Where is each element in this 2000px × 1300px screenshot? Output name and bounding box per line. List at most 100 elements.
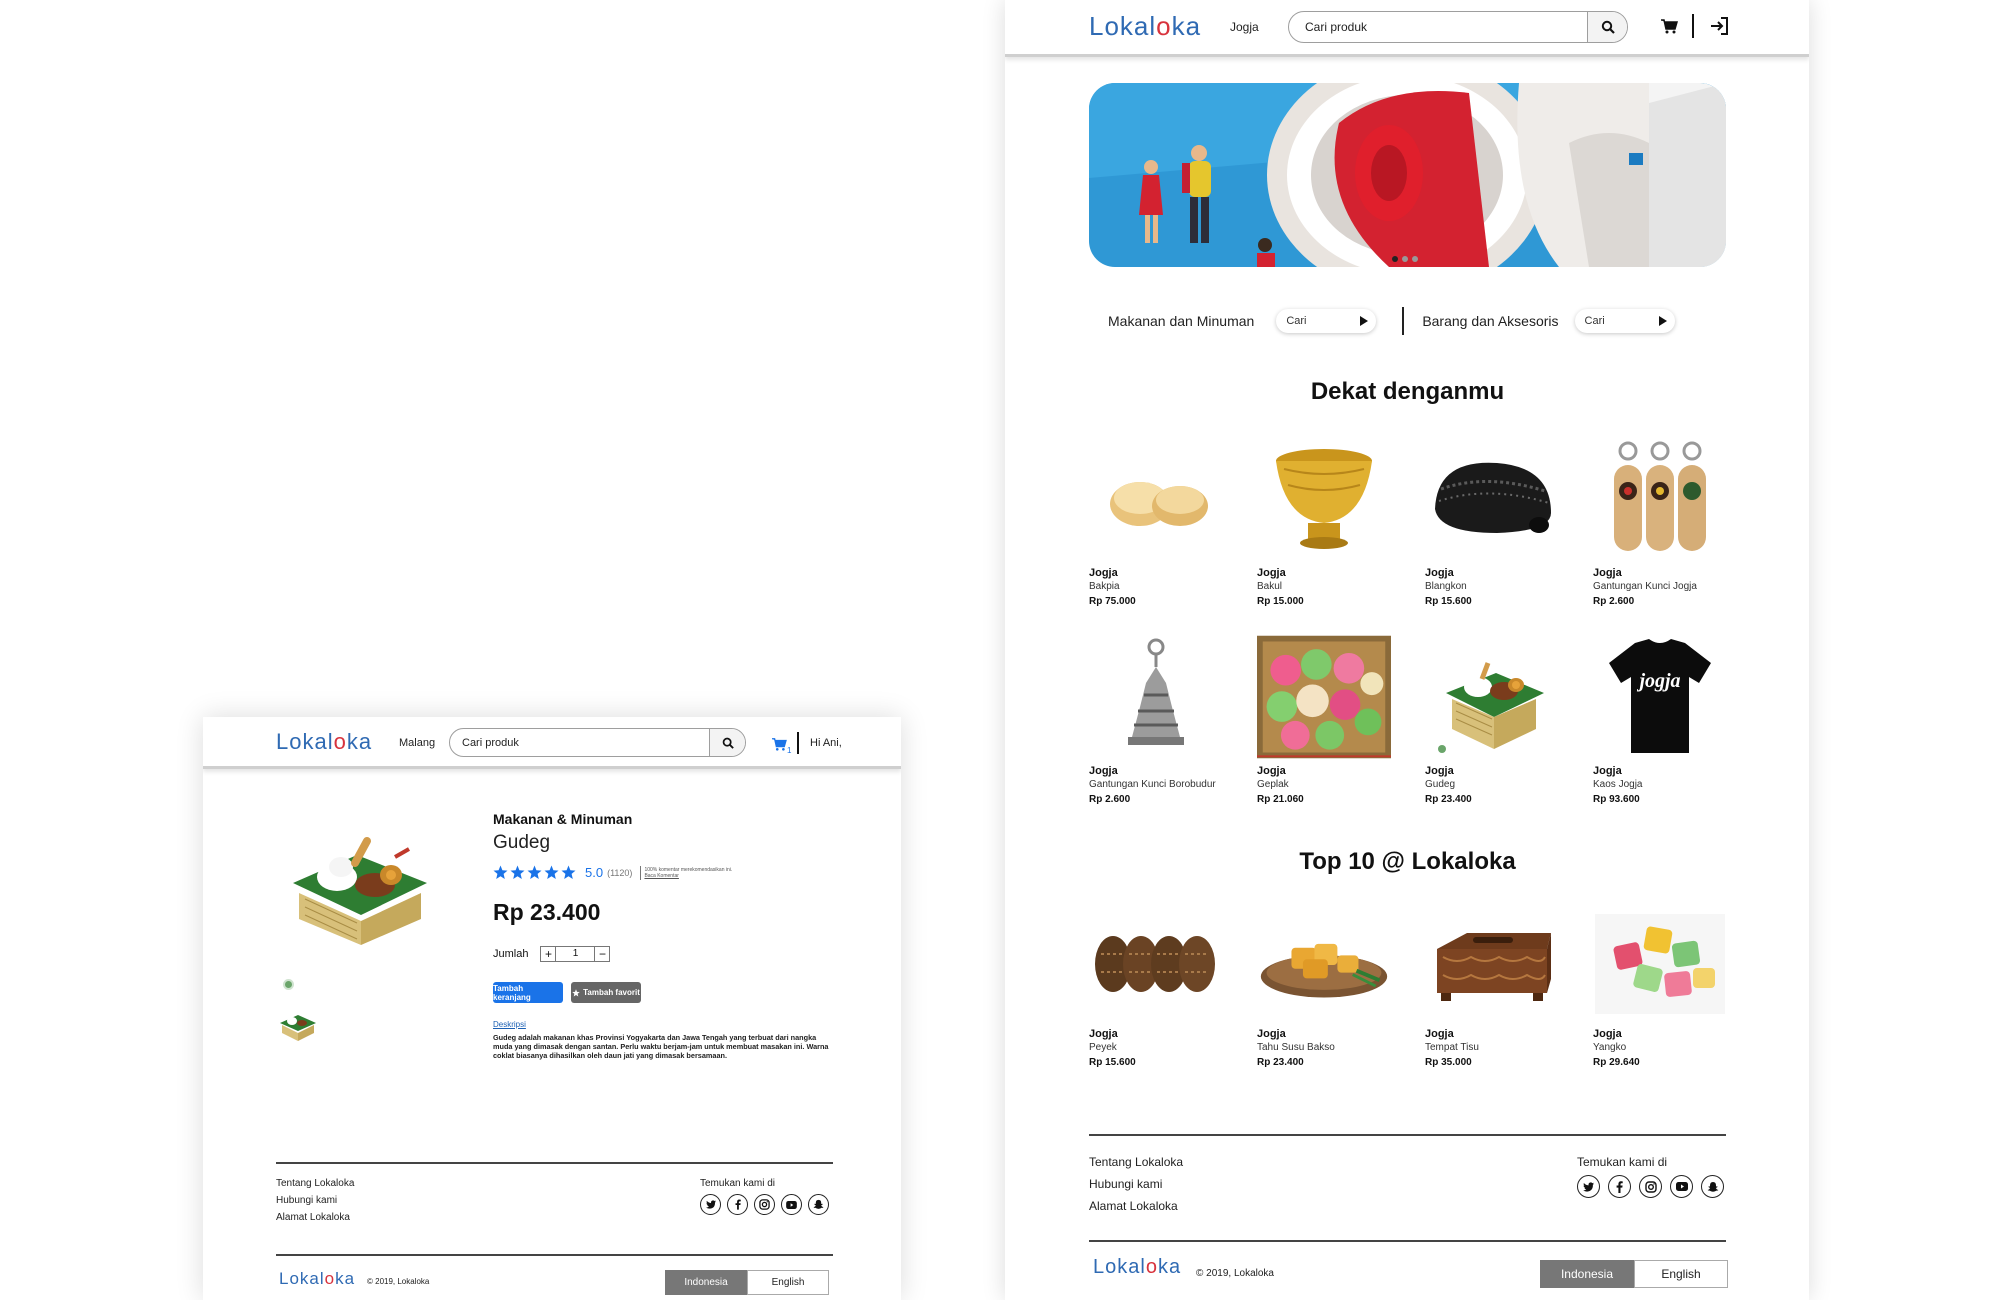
product-price: Rp 35.000 [1425,1057,1472,1068]
description-tab[interactable]: Deskripsi [493,1020,526,1029]
product-card[interactable]: jogja Jogja Kaos Jogja Rp 93.600 [1593,633,1727,805]
footer-links: Tentang Lokaloka Hubungi kami Alamat Lok… [1089,1155,1183,1213]
product-card[interactable]: Jogja Tempat Tisu Rp 35.000 [1425,904,1559,1068]
footer-links: Tentang Lokaloka Hubungi kami Alamat Lok… [276,1178,354,1223]
instagram-icon[interactable] [1639,1175,1662,1198]
city-selector[interactable]: Malang [399,737,435,749]
lang-english-button[interactable]: English [1634,1260,1728,1288]
category-search-food-placeholder: Cari [1286,315,1307,327]
copyright-text: © 2019, Lokaloka [1196,1268,1274,1279]
footer-link-about[interactable]: Tentang Lokaloka [1089,1155,1183,1169]
product-card[interactable]: Jogja Gudeg Rp 23.400 [1425,633,1559,805]
footer-social: Temukan kami di [1577,1155,1724,1198]
footer-link-contact[interactable]: Hubungi kami [1089,1177,1183,1191]
snapchat-icon[interactable] [1701,1175,1724,1198]
youtube-icon[interactable] [781,1194,802,1215]
footer-logo[interactable]: Lokaloka [1093,1256,1181,1279]
product-card[interactable]: Jogja Peyek Rp 15.600 [1089,904,1223,1068]
footer-link-contact[interactable]: Hubungi kami [276,1195,354,1206]
product-city: Jogja [1089,1028,1118,1040]
lang-english-button[interactable]: English [747,1270,829,1295]
product-card[interactable]: Jogja Yangko Rp 29.640 [1593,904,1727,1068]
product-image-yangko [1593,904,1727,1024]
product-city: Jogja [1593,765,1622,777]
product-city: Jogja [1593,1028,1622,1040]
near-you-title: Dekat denganmu [1310,378,1505,405]
product-card[interactable]: Jogja Blangkon Rp 15.600 [1425,435,1559,607]
category-search-goods[interactable]: Cari [1575,309,1675,333]
lang-indonesia-button[interactable]: Indonesia [665,1270,747,1295]
product-card[interactable]: Jogja Geplak Rp 21.060 [1257,633,1391,805]
product-city: Jogja [1089,765,1118,777]
product-image-blangkon [1425,435,1559,563]
search-input[interactable] [1289,12,1587,42]
product-detail-mockup: Lokaloka Malang 1 Hi Ani, Makanan & Minu… [203,717,901,1300]
footer-link-address[interactable]: Alamat Lokaloka [276,1212,354,1223]
footer-link-address[interactable]: Alamat Lokaloka [1089,1199,1183,1213]
product-city: Jogja [1089,567,1118,579]
product-price: Rp 2.600 [1593,596,1635,607]
product-card[interactable]: Jogja Bakpia Rp 75.000 [1089,435,1223,607]
product-card[interactable]: Jogja Gantungan Kunci Jogja Rp 2.600 [1593,435,1727,607]
user-greeting[interactable]: Hi Ani, [810,737,842,749]
promo-banner-carousel[interactable] [1089,83,1726,267]
product-name: Peyek [1089,1042,1117,1053]
instagram-icon[interactable] [754,1194,775,1215]
footer-logo[interactable]: Lokaloka [279,1269,355,1289]
social-icons [700,1194,829,1215]
search-button[interactable] [1587,12,1627,42]
search-input[interactable] [450,729,709,756]
footer-link-about[interactable]: Tentang Lokaloka [276,1178,354,1189]
footer-divider-top [276,1162,833,1164]
footer-divider-top [1089,1134,1726,1136]
language-switcher: Indonesia English [1540,1260,1728,1288]
search-icon [722,737,734,749]
lokaloka-logo[interactable]: Lokaloka [1089,11,1201,42]
add-to-favorite-button[interactable]: Tambah favorit [571,982,641,1003]
login-icon[interactable] [1709,16,1729,36]
product-name: Bakpia [1089,581,1120,592]
product-name: Yangko [1593,1042,1627,1053]
quantity-value[interactable]: 1 [555,947,596,961]
product-name: Gudeg [1425,779,1456,790]
decrement-button[interactable]: − [595,947,609,961]
read-reviews-link[interactable]: Baca Komentar [644,873,732,879]
snapchat-icon[interactable] [808,1194,829,1215]
facebook-icon[interactable] [1608,1175,1631,1198]
facebook-icon[interactable] [727,1194,748,1215]
product-city: Jogja [1257,765,1286,777]
category-search-goods-placeholder: Cari [1584,315,1605,327]
product-card[interactable]: Jogja Bakul Rp 15.000 [1257,435,1391,607]
product-price: Rp 15.600 [1089,1057,1136,1068]
product-city: Jogja [1257,1028,1286,1040]
product-card[interactable]: Jogja Tahu Susu Bakso Rp 23.400 [1257,904,1391,1068]
twitter-icon[interactable] [1577,1175,1600,1198]
youtube-icon[interactable] [1670,1175,1693,1198]
lokaloka-logo[interactable]: Lokaloka [276,729,372,755]
twitter-icon[interactable] [700,1194,721,1215]
increment-button[interactable]: + [541,947,555,961]
lang-indonesia-button[interactable]: Indonesia [1540,1260,1634,1288]
search-button[interactable] [709,729,745,756]
city-selector[interactable]: Jogja [1230,20,1259,34]
megaphone-illustration [1089,83,1726,267]
add-to-cart-button[interactable]: Tambah keranjang [493,982,563,1003]
cart-icon[interactable] [1660,18,1678,34]
cart-icon[interactable] [771,737,787,751]
product-name: Kaos Jogja [1593,779,1643,790]
top-navbar: Lokaloka Jogja [1005,0,1809,57]
search-bar [1288,11,1628,43]
product-name: Geplak [1257,779,1289,790]
product-price: Rp 21.060 [1257,794,1304,805]
category-search-food[interactable]: Cari [1276,309,1376,333]
product-city: Jogja [1593,567,1622,579]
product-card[interactable]: Jogja Gantungan Kunci Borobudur Rp 2.600 [1089,633,1223,805]
product-price: Rp 23.400 [1257,1057,1304,1068]
cart-count-badge: 1 [787,746,792,755]
social-title: Temukan kami di [700,1178,776,1189]
play-arrow-icon [1658,316,1667,326]
product-thumbnail[interactable] [278,1007,318,1048]
product-rating: 5.0 (1120) 100% komentar merekomendasika… [493,865,732,880]
thumbnail-dot[interactable] [283,979,294,990]
product-name: Tempat Tisu [1425,1042,1479,1053]
